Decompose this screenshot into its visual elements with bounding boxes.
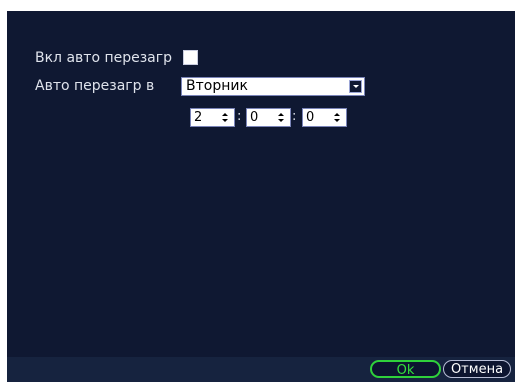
minute-value: 0 (250, 110, 259, 125)
minute-stepper[interactable]: 0 (246, 108, 291, 127)
time-separator: : (292, 109, 297, 124)
day-select-value: Вторник (186, 78, 248, 94)
hour-stepper[interactable]: 2 (190, 108, 235, 127)
time-separator: : (237, 109, 242, 124)
second-value: 0 (306, 110, 315, 125)
chevron-down-icon[interactable] (349, 80, 362, 93)
auto-reboot-label: Вкл авто перезагр (35, 50, 172, 66)
stepper-arrows-icon[interactable] (277, 110, 286, 125)
auto-reboot-checkbox[interactable] (183, 50, 198, 65)
day-select[interactable]: Вторник (181, 77, 365, 96)
ok-button[interactable]: Ok (370, 360, 441, 378)
stepper-arrows-icon[interactable] (333, 110, 342, 125)
reboot-at-label: Авто перезагр в (35, 78, 155, 94)
stepper-arrows-icon[interactable] (221, 110, 230, 125)
hour-value: 2 (194, 110, 203, 125)
settings-panel (7, 11, 515, 382)
second-stepper[interactable]: 0 (302, 108, 347, 127)
cancel-button[interactable]: Отмена (443, 360, 511, 378)
